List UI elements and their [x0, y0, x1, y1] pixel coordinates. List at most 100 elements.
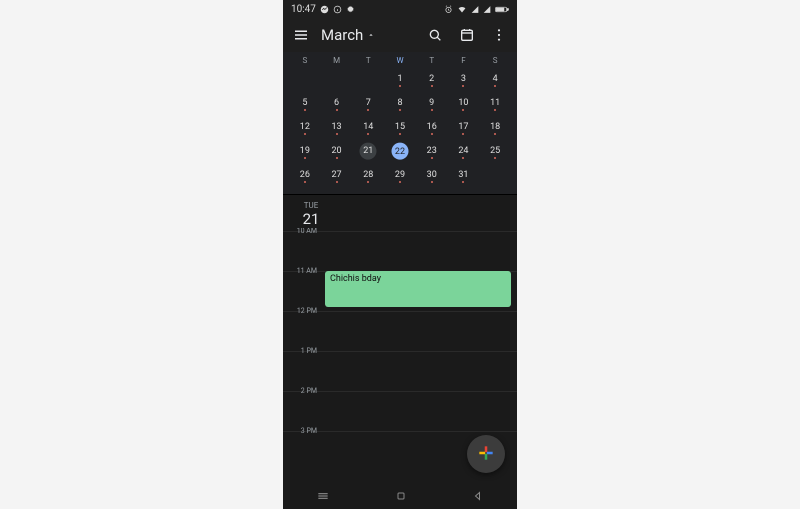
- home-button[interactable]: [395, 490, 407, 505]
- day-cell[interactable]: 18: [479, 116, 511, 140]
- day-number: 25: [490, 146, 500, 156]
- event-dot: [367, 133, 369, 135]
- day-number: 13: [332, 122, 342, 132]
- day-number: 3: [461, 74, 466, 84]
- hour-label: 2 PM: [287, 387, 317, 395]
- day-number: 22: [395, 147, 405, 157]
- day-cell[interactable]: 28: [352, 164, 384, 188]
- plus-icon: [476, 443, 496, 466]
- event-dot: [431, 181, 433, 183]
- calendar-event[interactable]: Chichis bday: [325, 271, 511, 307]
- day-number: 11: [490, 98, 500, 108]
- day-cell[interactable]: 22: [384, 140, 416, 164]
- alarm-icon: [444, 5, 453, 14]
- day-cell[interactable]: 20: [321, 140, 353, 164]
- event-dot: [462, 181, 464, 183]
- search-button[interactable]: [423, 23, 447, 47]
- day-number: 6: [334, 98, 339, 108]
- day-cell[interactable]: 1: [384, 68, 416, 92]
- day-number: 12: [300, 122, 310, 132]
- day-cell[interactable]: 2: [416, 68, 448, 92]
- hour-label: 12 PM: [287, 307, 317, 315]
- day-number: 2: [429, 74, 434, 84]
- day-cell[interactable]: 13: [321, 116, 353, 140]
- month-picker[interactable]: March: [321, 26, 415, 44]
- day-cell[interactable]: 11: [479, 92, 511, 116]
- event-dot: [304, 157, 306, 159]
- day-number: 1: [397, 74, 402, 84]
- create-event-fab[interactable]: [467, 435, 505, 473]
- day-cell[interactable]: 15: [384, 116, 416, 140]
- settings-gear-icon: [346, 5, 355, 14]
- day-cell: [352, 68, 384, 92]
- day-cell[interactable]: 5: [289, 92, 321, 116]
- day-cell[interactable]: 10: [448, 92, 480, 116]
- month-grid: SMTWTFS 12345678910111213141516171819202…: [283, 52, 517, 194]
- day-number: 15: [395, 122, 405, 132]
- overflow-menu-button[interactable]: [487, 23, 511, 47]
- event-dot: [494, 85, 496, 87]
- hour-label: 3 PM: [287, 427, 317, 435]
- signal-icon: [471, 5, 479, 14]
- event-dot: [367, 181, 369, 183]
- event-dot: [399, 109, 401, 111]
- day-cell[interactable]: 27: [321, 164, 353, 188]
- day-cell[interactable]: 21: [352, 140, 384, 164]
- event-dot: [399, 133, 401, 135]
- dow-label: M: [321, 56, 353, 65]
- day-number: 17: [458, 122, 468, 132]
- chevron-up-icon: [367, 29, 375, 42]
- day-cell[interactable]: 9: [416, 92, 448, 116]
- event-dot: [462, 157, 464, 159]
- event-dot: [494, 157, 496, 159]
- day-number: 10: [458, 98, 468, 108]
- day-cell[interactable]: 23: [416, 140, 448, 164]
- event-dot: [462, 133, 464, 135]
- day-cell[interactable]: 17: [448, 116, 480, 140]
- day-number: 30: [427, 170, 437, 180]
- day-cell[interactable]: 3: [448, 68, 480, 92]
- day-number: 9: [429, 98, 434, 108]
- day-header[interactable]: TUE 21: [283, 194, 517, 228]
- event-dot: [399, 85, 401, 87]
- day-number: 20: [332, 146, 342, 156]
- day-cell[interactable]: 29: [384, 164, 416, 188]
- event-dot: [336, 157, 338, 159]
- day-cell[interactable]: 8: [384, 92, 416, 116]
- event-dot: [462, 85, 464, 87]
- day-cell[interactable]: 26: [289, 164, 321, 188]
- day-cell[interactable]: 6: [321, 92, 353, 116]
- event-dot: [336, 181, 338, 183]
- hour-label: 11 AM: [287, 267, 317, 275]
- event-dot: [494, 133, 496, 135]
- android-nav-bar: [283, 485, 517, 509]
- day-number: 7: [366, 98, 371, 108]
- event-dot: [399, 181, 401, 183]
- recent-apps-button[interactable]: [316, 489, 330, 506]
- day-cell[interactable]: 16: [416, 116, 448, 140]
- day-cell[interactable]: 31: [448, 164, 480, 188]
- back-button[interactable]: [472, 490, 484, 505]
- event-dot: [367, 109, 369, 111]
- day-header-dow: TUE: [291, 201, 331, 210]
- event-dot: [336, 133, 338, 135]
- app-bar: March: [283, 18, 517, 52]
- day-cell[interactable]: 4: [479, 68, 511, 92]
- day-number: 18: [490, 122, 500, 132]
- day-cell[interactable]: 14: [352, 116, 384, 140]
- day-cell[interactable]: 7: [352, 92, 384, 116]
- day-number: 16: [427, 122, 437, 132]
- event-dot: [304, 133, 306, 135]
- menu-button[interactable]: [289, 23, 313, 47]
- day-cell[interactable]: 24: [448, 140, 480, 164]
- day-cell[interactable]: 19: [289, 140, 321, 164]
- signal-icon: [483, 5, 491, 14]
- event-title: Chichis bday: [330, 274, 381, 284]
- day-cell[interactable]: 12: [289, 116, 321, 140]
- day-cell[interactable]: 30: [416, 164, 448, 188]
- day-cell[interactable]: 25: [479, 140, 511, 164]
- today-button[interactable]: [455, 23, 479, 47]
- hour-row: 12 PM: [283, 311, 517, 351]
- hour-row: 2 PM: [283, 391, 517, 431]
- day-number: 8: [397, 98, 402, 108]
